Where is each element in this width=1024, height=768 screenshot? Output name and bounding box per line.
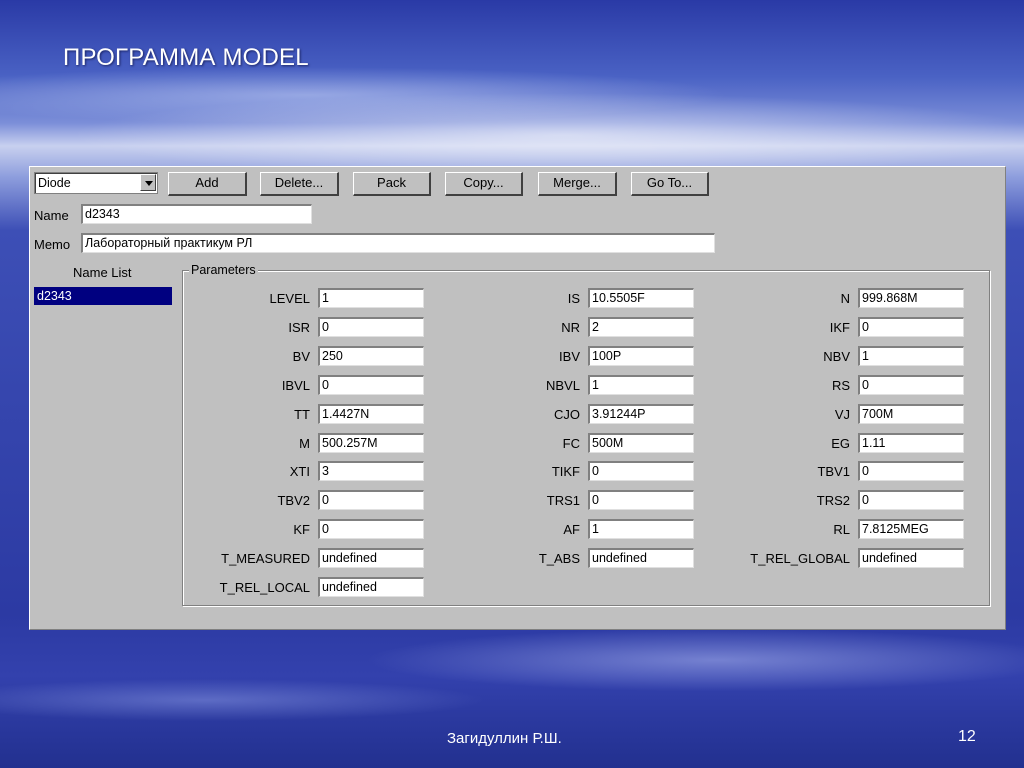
param-label-tikf: TIKF: [551, 464, 580, 480]
param-field-t-rel-local[interactable]: undefined: [318, 577, 424, 597]
param-label-xti: XTI: [289, 464, 310, 480]
name-list-label: Name List: [73, 265, 132, 280]
param-field-is[interactable]: 10.5505F: [588, 288, 694, 308]
param-field-isr[interactable]: 0: [318, 316, 424, 337]
param-label-is: IS: [567, 291, 580, 306]
slide-title: ПРОГРАММА MODEL: [63, 44, 309, 71]
param-field-t-abs[interactable]: undefined: [588, 548, 694, 569]
param-label-nbvl: NBVL: [546, 377, 580, 393]
name-list[interactable]: d2343: [34, 287, 172, 307]
name-label: Name: [34, 208, 69, 223]
param-label-tbv2: TBV2: [277, 493, 310, 509]
param-label-fc: FC: [562, 435, 580, 451]
param-label-tbv1: TBV1: [817, 464, 850, 480]
param-label-kf: KF: [293, 522, 310, 538]
param-label-rl: RL: [833, 522, 850, 538]
param-field-nbv[interactable]: 1: [858, 345, 964, 366]
param-field-eg[interactable]: 1.11: [858, 432, 964, 453]
param-field-xti[interactable]: 3: [318, 461, 424, 482]
param-field-t-rel-global[interactable]: undefined: [858, 548, 964, 569]
memo-label: Memo: [34, 237, 71, 252]
param-label-trs2: TRS2: [816, 493, 850, 509]
param-field-tbv2[interactable]: 0: [318, 490, 424, 511]
copy-button[interactable]: Copy...: [445, 172, 523, 196]
param-field-cjo[interactable]: 3.91244P: [588, 403, 694, 424]
add-button[interactable]: Add: [168, 172, 247, 196]
param-field-vj[interactable]: 700M: [858, 403, 964, 424]
model-editor-window: Diode Add Delete... Pack Copy... Merge..…: [29, 166, 1006, 630]
param-field-kf[interactable]: 0: [318, 519, 424, 540]
param-label-t-measured: T_MEASURED: [221, 551, 310, 567]
param-label-cjo: CJO: [554, 406, 580, 422]
param-label-n: N: [840, 291, 850, 306]
param-label-level: LEVEL: [269, 291, 310, 306]
param-label-t-rel-global: T_REL_GLOBAL: [750, 551, 850, 567]
param-label-isr: ISR: [288, 319, 310, 335]
param-field-trs1[interactable]: 0: [588, 490, 694, 511]
param-field-level[interactable]: 1: [318, 288, 424, 308]
param-field-ibvl[interactable]: 0: [318, 374, 424, 395]
delete-button[interactable]: Delete...: [260, 172, 339, 196]
param-field-fc[interactable]: 500M: [588, 432, 694, 453]
param-field-t-measured[interactable]: undefined: [318, 548, 424, 569]
name-field[interactable]: d2343: [81, 204, 312, 224]
param-field-rl[interactable]: 7.8125MEG: [858, 519, 964, 540]
param-field-m[interactable]: 500.257M: [318, 432, 424, 453]
parameters-title: Parameters: [189, 263, 258, 277]
param-label-eg: EG: [831, 435, 850, 451]
param-label-trs1: TRS1: [546, 493, 580, 509]
merge-button[interactable]: Merge...: [538, 172, 617, 196]
memo-field[interactable]: Лабораторный практикум РЛ: [81, 233, 715, 253]
param-label-nbv: NBV: [823, 348, 850, 364]
list-item[interactable]: d2343: [34, 287, 172, 305]
param-field-ikf[interactable]: 0: [858, 316, 964, 337]
chevron-down-icon[interactable]: [140, 174, 156, 191]
author: Загидуллин Р.Ш.: [447, 730, 562, 747]
param-field-af[interactable]: 1: [588, 519, 694, 540]
pack-button[interactable]: Pack: [353, 172, 431, 196]
param-label-tt: TT: [294, 406, 310, 422]
param-field-rs[interactable]: 0: [858, 374, 964, 395]
param-label-af: AF: [563, 522, 580, 538]
page-number: 12: [958, 728, 976, 745]
param-label-ibvl: IBVL: [281, 377, 310, 393]
param-field-tt[interactable]: 1.4427N: [318, 403, 424, 424]
param-field-tbv1[interactable]: 0: [858, 461, 964, 482]
param-field-trs2[interactable]: 0: [858, 490, 964, 511]
param-label-ikf: IKF: [829, 319, 850, 335]
param-label-m: M: [299, 435, 310, 451]
param-label-vj: VJ: [834, 406, 850, 422]
param-label-t-abs: T_ABS: [538, 551, 580, 567]
device-type-select[interactable]: Diode: [34, 172, 158, 194]
param-label-rs: RS: [831, 377, 850, 393]
param-field-n[interactable]: 999.868M: [858, 288, 964, 308]
param-field-tikf[interactable]: 0: [588, 461, 694, 482]
param-label-t-rel-local: T_REL_LOCAL: [219, 580, 310, 595]
param-label-bv: BV: [292, 348, 310, 364]
param-label-nr: NR: [561, 319, 580, 335]
param-field-bv[interactable]: 250: [318, 345, 424, 366]
param-field-nbvl[interactable]: 1: [588, 374, 694, 395]
param-field-ibv[interactable]: 100P: [588, 345, 694, 366]
param-field-nr[interactable]: 2: [588, 316, 694, 337]
go-to-button[interactable]: Go To...: [631, 172, 709, 196]
device-type-value: Diode: [38, 176, 71, 190]
param-label-ibv: IBV: [559, 348, 580, 364]
